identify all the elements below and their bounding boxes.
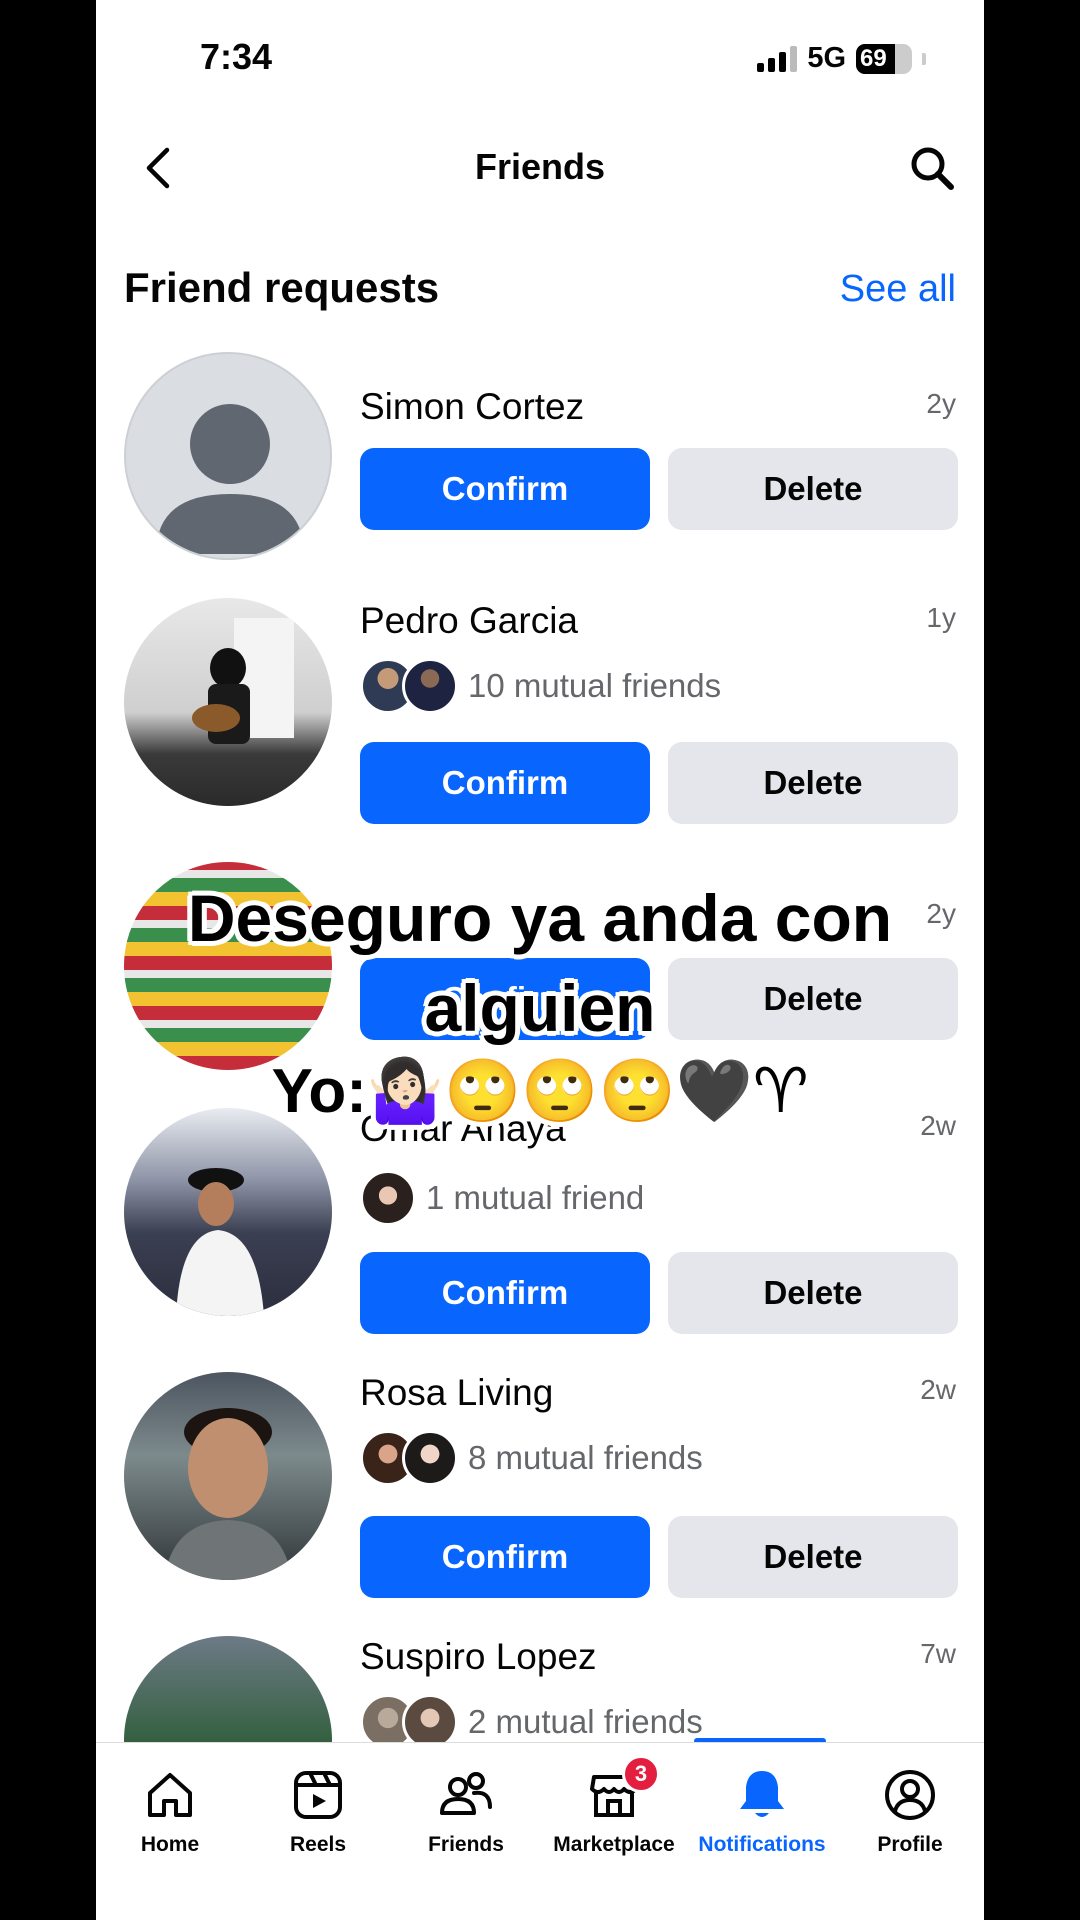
screen: 7:34 5G 69 Friends Friend requests See a…	[96, 0, 984, 1920]
mutual-avatar	[360, 1170, 416, 1226]
status-time: 7:34	[200, 36, 273, 77]
nav-profile[interactable]: Profile	[836, 1743, 984, 1920]
see-all-link[interactable]: See all	[840, 268, 956, 311]
nav-label: Friends	[428, 1833, 504, 1856]
avatar[interactable]	[124, 598, 332, 806]
header: Friends	[96, 128, 984, 208]
confirm-button[interactable]: Confirm	[360, 1516, 650, 1598]
avatar[interactable]	[124, 352, 332, 560]
confirm-button[interactable]: Confirm	[360, 448, 650, 530]
request-time: 2y	[926, 388, 956, 419]
nav-notifications[interactable]: Notifications	[688, 1743, 836, 1920]
nav-friends[interactable]: Friends	[392, 1743, 540, 1920]
mutual-count: 8 mutual friends	[468, 1439, 703, 1476]
nav-home[interactable]: Home	[96, 1743, 244, 1920]
mutual-friends: 8 mutual friends	[360, 1430, 703, 1486]
delete-button[interactable]: Delete	[668, 1252, 958, 1334]
mutual-count: 2 mutual friends	[468, 1703, 703, 1740]
battery-nub	[922, 52, 926, 65]
bottom-nav: Home Reels Friends 3 Marketplace Notific…	[96, 1742, 984, 1920]
nav-label: Profile	[877, 1833, 943, 1856]
confirm-button[interactable]: Confirm	[360, 742, 650, 824]
caption-line-1: Deseguro ya anda con	[187, 881, 893, 955]
search-icon	[911, 147, 954, 190]
request-time: 7w	[920, 1638, 956, 1669]
search-button[interactable]	[902, 138, 962, 198]
reels-icon	[288, 1765, 348, 1825]
confirm-button[interactable]: Confirm	[360, 1252, 650, 1334]
avatar[interactable]	[124, 1372, 332, 1580]
avatar-photo	[164, 1408, 292, 1580]
request-name[interactable]: Simon Cortez	[360, 386, 584, 428]
status-icons: 5G 69	[757, 42, 926, 75]
nav-label: Marketplace	[553, 1833, 675, 1856]
request-name[interactable]: Suspiro Lopez	[360, 1636, 597, 1678]
mutual-count: 10 mutual friends	[468, 667, 722, 704]
avatar[interactable]	[124, 1108, 332, 1316]
page-title: Friends	[474, 146, 606, 187]
default-avatar-icon	[156, 404, 304, 554]
mutual-friends: 10 mutual friends	[360, 658, 721, 714]
profile-icon	[880, 1765, 940, 1825]
network-type: 5G	[807, 42, 846, 74]
mutual-friends: 1 mutual friend	[360, 1170, 644, 1226]
nav-label: Notifications	[698, 1833, 826, 1856]
caption-line-3: Yo:🤷🏻‍♀️🙄🙄🙄🖤♈	[271, 1057, 809, 1126]
avatar-photo	[176, 1168, 264, 1316]
section-title: Friend requests	[124, 264, 440, 311]
home-icon	[140, 1765, 200, 1825]
battery-percent: 69	[860, 44, 887, 72]
request-name[interactable]: Rosa Living	[360, 1372, 553, 1414]
request-time: 1y	[926, 602, 956, 633]
delete-button[interactable]: Delete	[668, 742, 958, 824]
bell-icon	[732, 1765, 792, 1825]
caption-line-2: alguien	[424, 971, 656, 1045]
nav-label: Reels	[289, 1833, 347, 1856]
mutual-count: 1 mutual friend	[426, 1179, 645, 1216]
delete-button[interactable]: Delete	[668, 448, 958, 530]
marketplace-badge: 3	[622, 1755, 660, 1793]
nav-marketplace[interactable]: 3 Marketplace	[540, 1743, 688, 1920]
mutual-avatar	[402, 1430, 458, 1486]
request-time: 2w	[920, 1374, 956, 1405]
request-name[interactable]: Pedro Garcia	[360, 600, 578, 642]
mutual-avatar	[402, 658, 458, 714]
battery-icon: 69	[856, 43, 912, 74]
signal-icon	[757, 45, 798, 72]
marketplace-icon: 3	[584, 1755, 660, 1825]
avatar-photo	[192, 618, 294, 744]
nav-reels[interactable]: Reels	[244, 1743, 392, 1920]
delete-button[interactable]: Delete	[668, 1516, 958, 1598]
friends-icon	[436, 1765, 496, 1825]
nav-label: Home	[140, 1833, 200, 1856]
